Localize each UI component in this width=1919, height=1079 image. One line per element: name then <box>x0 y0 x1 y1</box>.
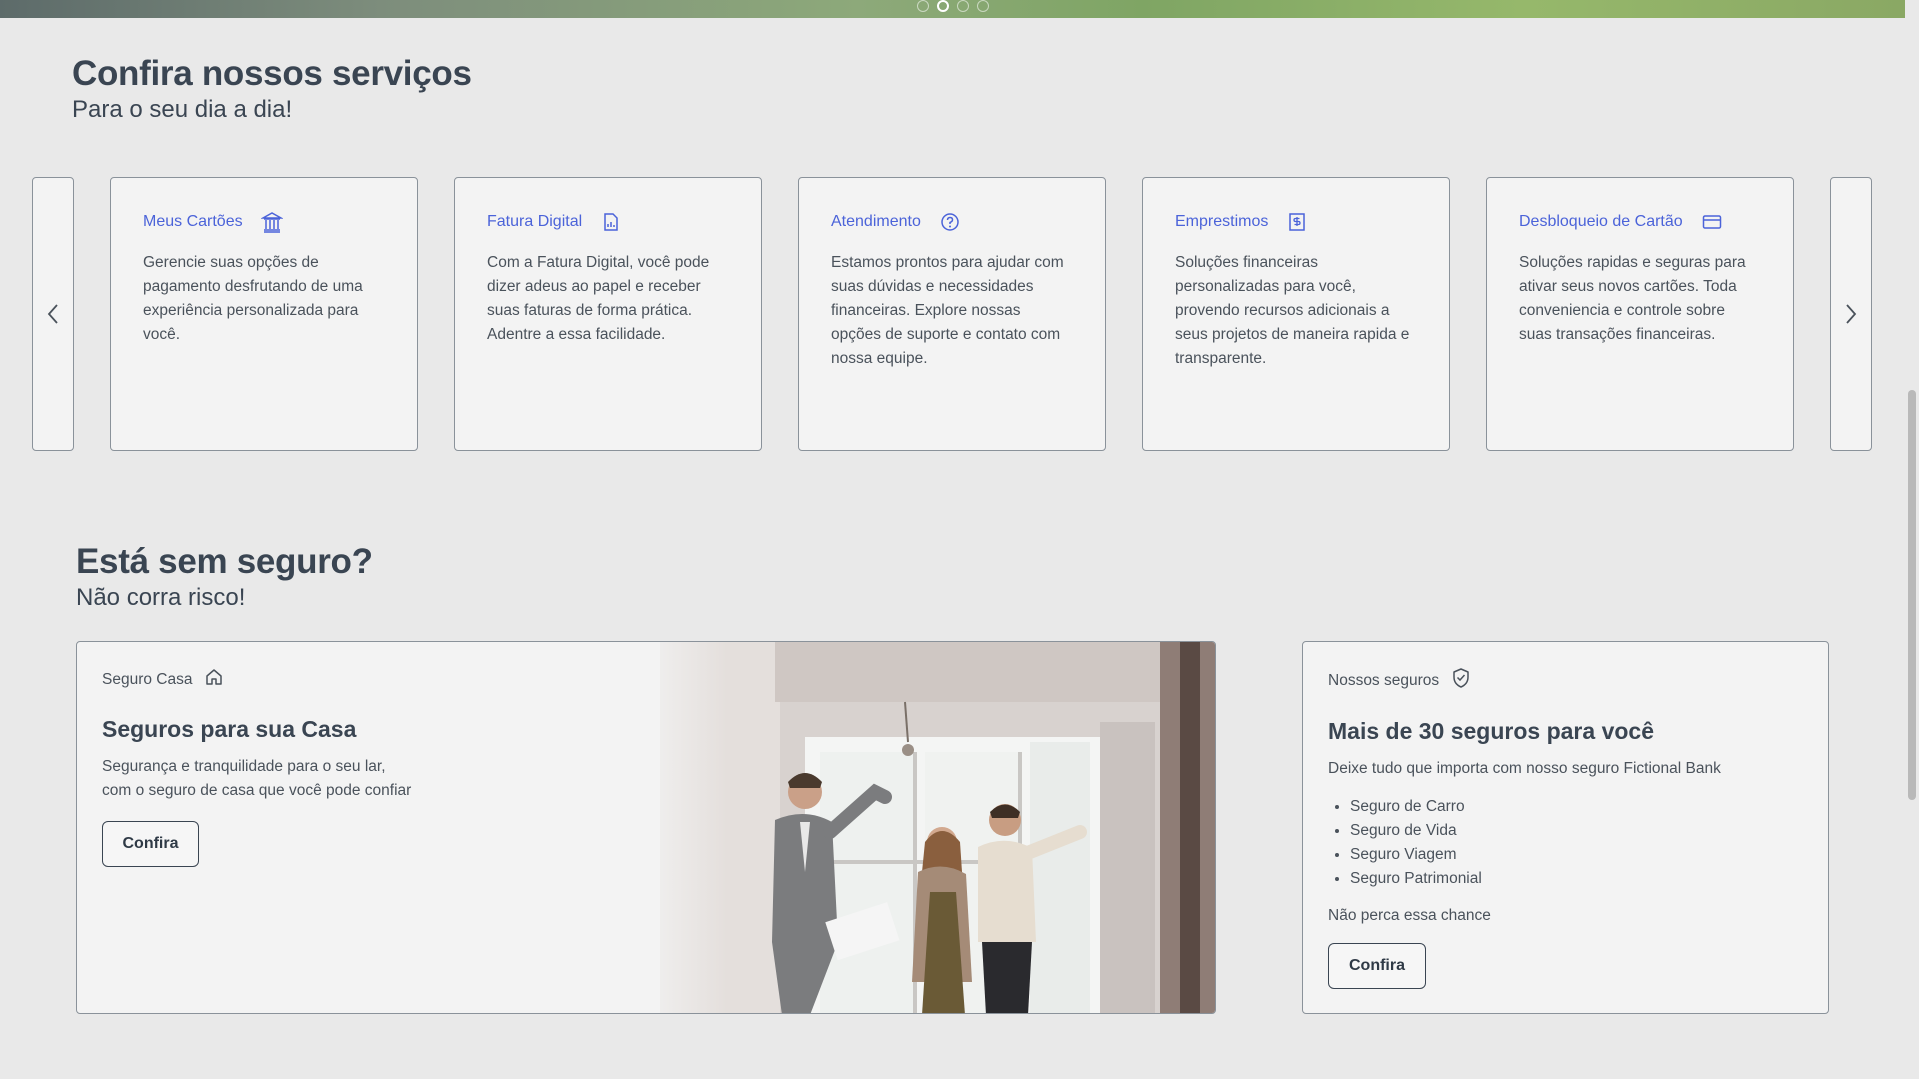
our-insurances-card: Nossos seguros Mais de 30 seguros para v… <box>1302 641 1829 1014</box>
insurance-subtitle: Não corra risco! <box>76 584 246 611</box>
carousel-dot-active[interactable] <box>937 0 949 12</box>
home-icon <box>204 667 224 692</box>
card-title[interactable]: Meus Cartões <box>143 213 243 231</box>
carousel-indicators <box>917 0 989 12</box>
home-insurance-desc-line: Segurança e tranquilidade para o seu lar… <box>102 758 386 775</box>
insurance-list: Seguro de Carro Seguro de Vida Seguro Vi… <box>1328 795 1721 891</box>
card-text: Soluções financeiras personalizadas para… <box>1175 254 1410 367</box>
carousel-dot[interactable] <box>977 0 989 12</box>
card-text: Gerencie suas opções de pagamento desfru… <box>143 254 363 343</box>
home-insurance-confira-button[interactable]: Confira <box>102 821 199 867</box>
photo-fade-overlay <box>617 642 727 1013</box>
home-insurance-card: Seguro Casa Seguros para sua Casa Segura… <box>76 641 1216 1014</box>
our-insurances-heading: Mais de 30 seguros para você <box>1328 718 1654 744</box>
card-text: Estamos prontos para ajudar com suas dúv… <box>831 254 1064 367</box>
chevron-right-icon <box>1846 304 1857 324</box>
help-circle-icon <box>939 211 961 233</box>
our-insurances-label: Nossos seguros <box>1328 671 1440 689</box>
money-bill-icon <box>1286 211 1308 233</box>
carousel-next-button[interactable] <box>1830 177 1872 451</box>
our-insurances-note: Não perca essa chance <box>1328 907 1491 924</box>
our-insurances-desc: Deixe tudo que importa com nosso seguro … <box>1328 760 1721 777</box>
insurance-title: Está sem seguro? <box>76 542 373 581</box>
document-icon <box>600 211 622 233</box>
chevron-left-icon <box>47 304 58 324</box>
card-title[interactable]: Desbloqueio de Cartão <box>1519 213 1683 231</box>
service-card-atendimento[interactable]: Atendimento Estamos prontos para ajudar … <box>798 177 1106 451</box>
card-title[interactable]: Fatura Digital <box>487 213 582 231</box>
our-insurances-confira-button[interactable]: Confira <box>1328 943 1426 989</box>
card-text: Com a Fatura Digital, você pode dizer ad… <box>487 254 710 343</box>
home-insurance-desc-line: com o seguro de casa que você pode confi… <box>102 782 412 799</box>
carousel-prev-button[interactable] <box>32 177 74 451</box>
services-title: Confira nossos serviços <box>72 54 472 93</box>
services-subtitle: Para o seu dia a dia! <box>72 96 293 123</box>
home-insurance-photo <box>660 642 1215 1013</box>
list-item: Seguro de Vida <box>1350 819 1721 843</box>
shield-check-icon <box>1451 667 1471 694</box>
carousel-dot[interactable] <box>957 0 969 12</box>
home-insurance-label: Seguro Casa <box>102 670 193 688</box>
card-title[interactable]: Atendimento <box>831 213 921 231</box>
service-card-emprestimos[interactable]: Emprestimos Soluções financeiras persona… <box>1142 177 1450 451</box>
scrollbar-thumb[interactable] <box>1908 390 1916 800</box>
list-item: Seguro de Carro <box>1350 795 1721 819</box>
service-card-meus-cartoes[interactable]: Meus Cartões Gerencie suas opções de pag… <box>110 177 418 451</box>
list-item: Seguro Viagem <box>1350 843 1721 867</box>
service-card-fatura-digital[interactable]: Fatura Digital Com a Fatura Digital, voc… <box>454 177 762 451</box>
card-title[interactable]: Emprestimos <box>1175 213 1268 231</box>
credit-card-icon <box>1701 211 1723 233</box>
home-insurance-heading: Seguros para sua Casa <box>102 716 357 742</box>
card-text: Soluções rapidas e seguras para ativar s… <box>1519 254 1746 343</box>
carousel-dot[interactable] <box>917 0 929 12</box>
scrollbar-track[interactable] <box>1905 0 1919 1079</box>
service-card-desbloqueio[interactable]: Desbloqueio de Cartão Soluções rapidas e… <box>1486 177 1794 451</box>
list-item: Seguro Patrimonial <box>1350 867 1721 891</box>
bank-icon <box>260 211 283 233</box>
